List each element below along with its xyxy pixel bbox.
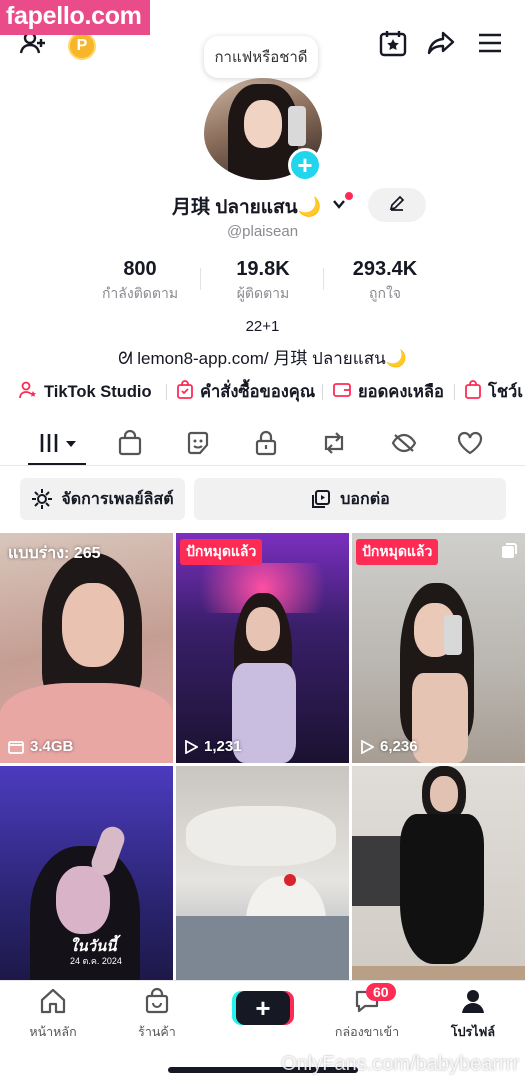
repost-button[interactable]: บอกต่อ	[194, 478, 506, 520]
drafts-label: แบบร่าง: 265	[8, 545, 101, 562]
hidden-eye-icon[interactable]	[384, 426, 424, 460]
notification-dot	[345, 192, 353, 200]
share-arrow-icon[interactable]	[424, 26, 458, 60]
nav-home[interactable]: หน้าหลัก	[8, 987, 98, 1039]
pinned-badge: ปักหมุดแล้ว	[180, 539, 263, 565]
quick-link-balance[interactable]: ยอดคงเหลือ	[332, 378, 444, 406]
profile-handle: @plaisean	[226, 223, 299, 240]
watermark-top: fapello.com	[0, 0, 150, 35]
video-meta: 3.4GB	[8, 738, 73, 755]
nav-shop[interactable]: ร้านค้า	[112, 987, 202, 1039]
lock-icon[interactable]	[246, 426, 286, 460]
multi-photo-icon	[501, 541, 519, 564]
coin-icon[interactable]: P	[68, 32, 96, 60]
gear-icon	[31, 488, 53, 510]
repost-video-icon	[310, 488, 332, 510]
sticker-icon[interactable]	[178, 426, 218, 460]
video-thumbnail[interactable]: ในวันนี้ 24 ต.ค. 2024	[0, 766, 173, 996]
tiktok-studio-icon	[18, 380, 38, 405]
active-tab-indicator	[28, 463, 86, 465]
home-icon	[40, 988, 66, 1014]
play-icon	[361, 739, 374, 754]
stat-followers[interactable]: 19.8K ผู้ติดตาม	[198, 258, 328, 305]
profile-link[interactable]: ᘛ lemon8-app.com/ 月琪 ปลายแสน🌙	[0, 344, 525, 372]
profile-icon	[462, 990, 484, 1013]
shop-bag-icon	[145, 987, 169, 1014]
wallet-icon	[332, 381, 352, 404]
quick-link-showcase[interactable]: โชว์เ	[464, 378, 523, 406]
watermark-bottom: OnlyFans.com/babybearrrr	[281, 1053, 519, 1075]
profile-name: 月琪 ปลายแสน🌙	[172, 197, 322, 218]
order-bag-icon	[176, 379, 194, 405]
profile-stats: 800 กำลังติดตาม 19.8K ผู้ติดตาม 293.4K ถ…	[0, 258, 525, 308]
stat-following[interactable]: 800 กำลังติดตาม	[75, 258, 205, 305]
status-bubble[interactable]: กาแฟหรือชาดี	[204, 36, 318, 78]
play-icon	[185, 739, 198, 754]
inbox-badge: 60	[366, 983, 396, 1001]
edit-profile-button[interactable]	[368, 188, 426, 222]
video-date: 24 ต.ค. 2024	[70, 956, 122, 966]
nav-profile[interactable]: โปรไฟล์	[428, 987, 518, 1039]
video-thumbnail[interactable]	[352, 766, 525, 996]
draft-video-thumbnail[interactable]: แบบร่าง: 265 3.4GB	[0, 533, 173, 763]
chevron-down-icon[interactable]	[332, 197, 346, 214]
video-thumbnail[interactable]	[176, 766, 349, 996]
showcase-icon	[464, 379, 482, 405]
calendar-star-icon[interactable]	[376, 26, 410, 60]
quick-links: TikTok Studio คำสั่งซื้อของคุณ ยอดคงเหลื…	[0, 378, 525, 408]
manage-playlist-button[interactable]: จัดการเพลย์ลิสต์	[20, 478, 185, 520]
pinned-badge: ปักหมุดแล้ว	[356, 539, 439, 565]
pinned-video-thumbnail[interactable]: ปักหมุดแล้ว 1,231	[176, 533, 349, 763]
video-meta: 1,231	[184, 738, 242, 755]
stat-likes[interactable]: 293.4K ถูกใจ	[320, 258, 450, 305]
video-meta: 6,236	[360, 738, 418, 755]
hamburger-menu-icon[interactable]	[473, 26, 507, 60]
heart-icon[interactable]	[450, 426, 490, 460]
pinned-video-thumbnail[interactable]: ปักหมุดแล้ว 6,236	[352, 533, 525, 763]
profile-tabs	[0, 420, 525, 466]
video-grid: แบบร่าง: 265 3.4GB ปักหมุดแล้ว 1,231 ปัก…	[0, 533, 525, 996]
profile-bio: 22+1	[245, 318, 280, 335]
repost-icon[interactable]	[314, 426, 354, 460]
create-post-button[interactable]: +	[236, 991, 290, 1025]
videos-grid-icon[interactable]	[36, 426, 80, 460]
quick-link-orders[interactable]: คำสั่งซื้อของคุณ	[176, 378, 315, 406]
quick-link-tiktok-studio[interactable]: TikTok Studio	[18, 378, 152, 406]
add-story-button[interactable]: +	[288, 148, 322, 182]
pencil-icon	[388, 194, 406, 217]
folder-icon	[8, 740, 24, 754]
shop-bag-icon[interactable]	[110, 426, 150, 460]
